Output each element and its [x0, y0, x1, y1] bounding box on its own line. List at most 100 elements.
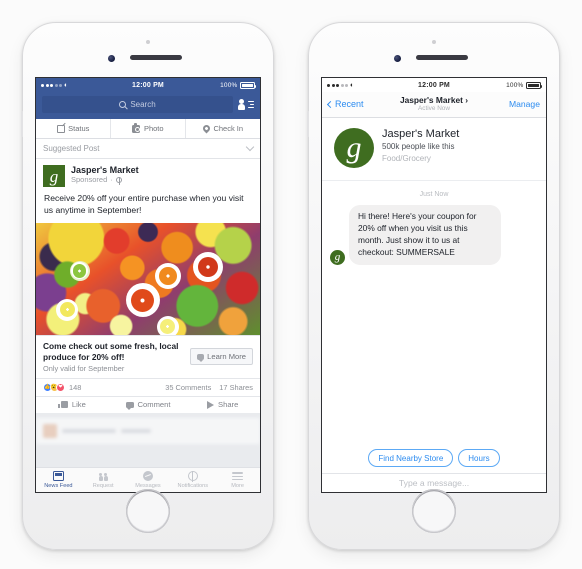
post-cta-row: Come check out some fresh, local produce… [36, 334, 260, 379]
nav-title-block[interactable]: Jasper's Market › Active Now [380, 94, 488, 113]
comment-icon [125, 401, 134, 410]
status-bar-right: 100% [481, 81, 543, 89]
separator-dot: · [110, 175, 113, 184]
ios-status-bar: ◐ 12:00 PM 100% [36, 78, 260, 92]
share-arrow-icon [207, 400, 215, 409]
tab-news-feed-label: News Feed [44, 482, 73, 489]
back-to-recent-button[interactable]: Recent [326, 99, 380, 109]
tab-messages[interactable]: Messages [126, 471, 171, 489]
cta-text-block: Come check out some fresh, local produce… [43, 341, 184, 373]
news-feed[interactable]: Suggested Post g Jasper's Market Sponsor… [36, 139, 260, 492]
status-bar-right: 100% [195, 81, 257, 89]
comment-count[interactable]: 35 Comments [165, 383, 211, 392]
status-bar-left: ◐ [327, 82, 387, 89]
jaspers-market-logo[interactable]: g [334, 128, 374, 168]
share-count[interactable]: 17 Shares [219, 383, 253, 392]
profile-category: Food/Grocery [382, 154, 431, 163]
logo-letter: g [346, 131, 362, 164]
tab-request-label: Request [92, 482, 114, 489]
proximity-sensor-icon [146, 40, 150, 44]
composer-status-button[interactable]: Status [36, 119, 110, 138]
learn-more-label: Learn More [207, 352, 246, 362]
right-phone-screen: ◐ 12:00 PM 100% Recent Jasper's Market ›… [321, 77, 547, 493]
logo-letter: g [49, 166, 59, 186]
like-button[interactable]: Like [36, 400, 111, 409]
screenshot-stage: ◐ 12:00 PM 100% Search Status Photo Chec… [0, 0, 582, 569]
camera-icon [132, 123, 141, 133]
home-button[interactable] [126, 489, 170, 533]
tab-messages-label: Messages [135, 482, 161, 489]
page-profile-header: g Jasper's Market 500k people like this … [322, 118, 546, 181]
front-camera-icon [394, 55, 401, 62]
like-label: Like [71, 400, 86, 410]
chevron-left-icon [326, 100, 335, 108]
composer-checkin-label: Check In [213, 124, 244, 133]
status-bar-time: 12:00 PM [418, 81, 450, 89]
jaspers-market-logo[interactable]: g [330, 249, 345, 265]
composer-checkin-button[interactable]: Check In [185, 119, 260, 138]
nav-title: Jasper's Market › [399, 94, 469, 105]
search-icon [119, 101, 127, 108]
avatar [43, 423, 57, 438]
post-stats-right: 35 Comments 17 Shares [165, 383, 253, 392]
globe-notification-icon [187, 470, 198, 482]
battery-percent: 100% [220, 81, 238, 89]
wifi-icon: ◐ [64, 81, 69, 89]
battery-icon [526, 81, 543, 89]
search-placeholder: Search [130, 100, 156, 109]
chevron-down-icon[interactable] [245, 142, 255, 152]
friend-requests-icon[interactable] [238, 98, 254, 112]
message-input-placeholder: Type a message... [398, 478, 470, 488]
profile-likes: 500k people like this [382, 142, 455, 151]
lemon-slice-icon [56, 298, 79, 321]
message-row: g Hi there! Here's your coupon for 20% o… [330, 205, 538, 265]
next-post-preview[interactable] [36, 417, 260, 444]
comment-label: Comment [137, 400, 171, 410]
proximity-sensor-icon [432, 40, 436, 44]
hamburger-icon [232, 471, 244, 481]
facebook-top-bar: Search [36, 92, 260, 119]
post-image[interactable] [36, 222, 260, 335]
composer-photo-button[interactable]: Photo [110, 119, 185, 138]
post-page-name[interactable]: Jasper's Market [71, 165, 139, 175]
hours-button[interactable]: Hours [458, 449, 500, 467]
pencil-icon [56, 124, 65, 133]
blood-orange-slice-icon [192, 251, 223, 282]
battery-icon [240, 81, 257, 89]
suggested-post-header[interactable]: Suggested Post [36, 139, 260, 159]
orange-slice-icon [125, 283, 160, 318]
friend-request-icon [98, 471, 109, 482]
reaction-love-icon: ❤ [56, 382, 65, 392]
thumbs-up-icon [58, 401, 68, 409]
jaspers-market-logo[interactable]: g [43, 165, 65, 187]
learn-more-button[interactable]: Learn More [190, 348, 253, 366]
status-bar-left: ◐ [41, 82, 101, 89]
tab-more[interactable]: More [215, 471, 260, 489]
search-input[interactable]: Search [42, 96, 233, 113]
tab-request[interactable]: Request [81, 471, 126, 489]
cta-headline: Come check out some fresh, local produce… [43, 340, 179, 362]
find-nearby-store-button[interactable]: Find Nearby Store [368, 449, 454, 467]
share-button[interactable]: Share [185, 400, 260, 409]
message-bubble[interactable]: Hi there! Here's your coupon for 20% off… [349, 205, 501, 265]
comment-button[interactable]: Comment [111, 400, 186, 410]
message-thread[interactable]: Just Now g Hi there! Here's your coupon … [322, 181, 546, 275]
sponsored-label: Sponsored [71, 175, 108, 184]
home-button[interactable] [412, 489, 456, 533]
wifi-icon: ◐ [350, 81, 355, 89]
profile-name[interactable]: Jasper's Market [382, 128, 459, 140]
news-feed-icon [52, 471, 64, 482]
orange-half-icon [154, 263, 181, 290]
post-header: g Jasper's Market Sponsored · [36, 159, 260, 191]
earpiece-speaker [416, 55, 468, 60]
status-bar-time: 12:00 PM [132, 81, 164, 89]
location-pin-icon [201, 123, 212, 134]
tab-notifications[interactable]: Notifications [170, 470, 215, 489]
reaction-badges[interactable]: 👍 😮 ❤ [43, 382, 65, 392]
manage-button[interactable]: Manage [488, 99, 540, 109]
battery-percent: 100% [506, 81, 524, 89]
tab-news-feed[interactable]: News Feed [36, 471, 81, 489]
manage-label: Manage [508, 99, 540, 109]
post-body-text: Receive 20% off your entire purchase whe… [44, 193, 244, 215]
composer-status-label: Status [68, 124, 90, 133]
